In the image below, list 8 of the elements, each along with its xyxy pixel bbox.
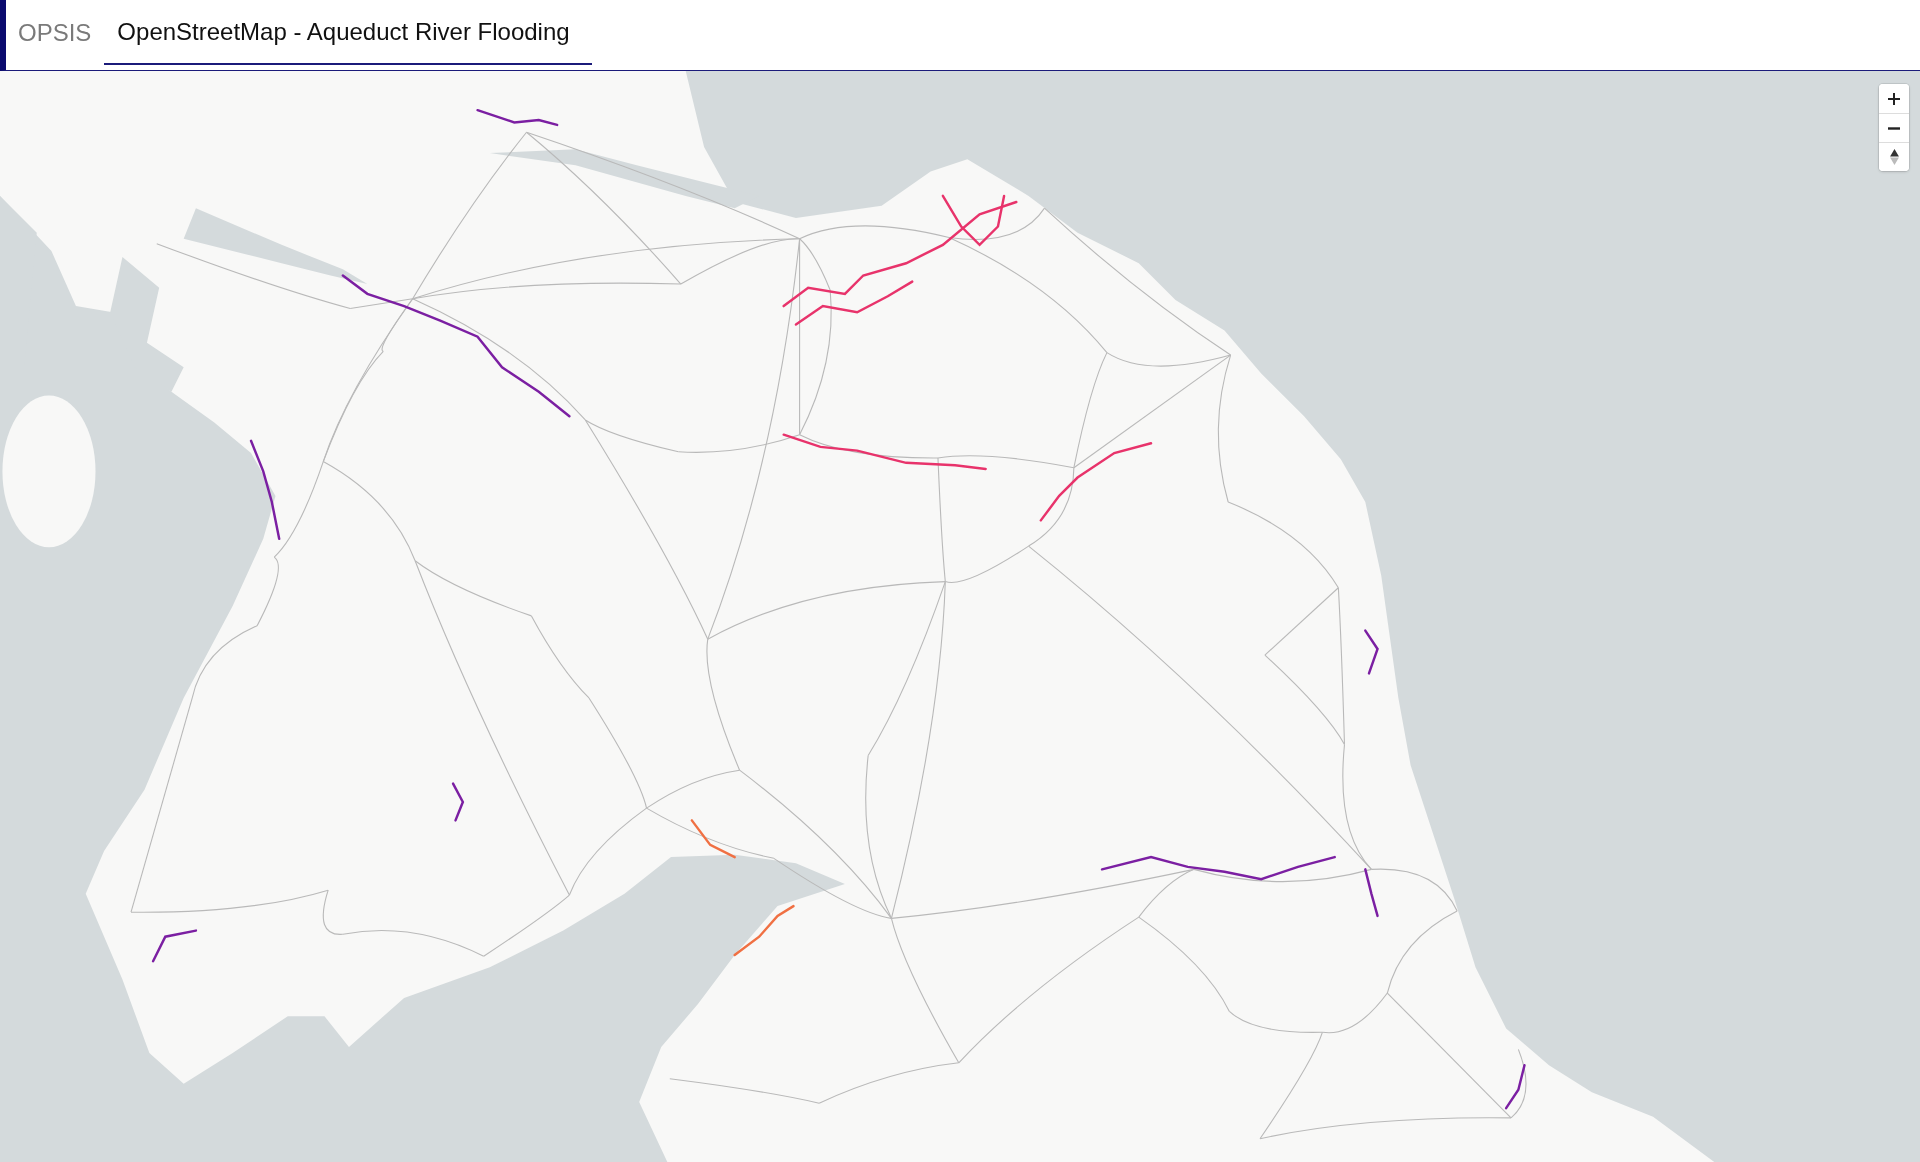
plus-icon: [1888, 92, 1900, 105]
page-tab[interactable]: OpenStreetMap - Aqueduct River Flooding: [104, 0, 592, 65]
brand-name[interactable]: OPSIS: [18, 18, 92, 52]
zoom-in-button[interactable]: [1879, 84, 1909, 113]
zoom-out-button[interactable]: [1879, 113, 1909, 142]
minus-icon: [1888, 126, 1900, 130]
compass-button[interactable]: [1879, 142, 1909, 171]
compass-icon: [1889, 149, 1899, 165]
